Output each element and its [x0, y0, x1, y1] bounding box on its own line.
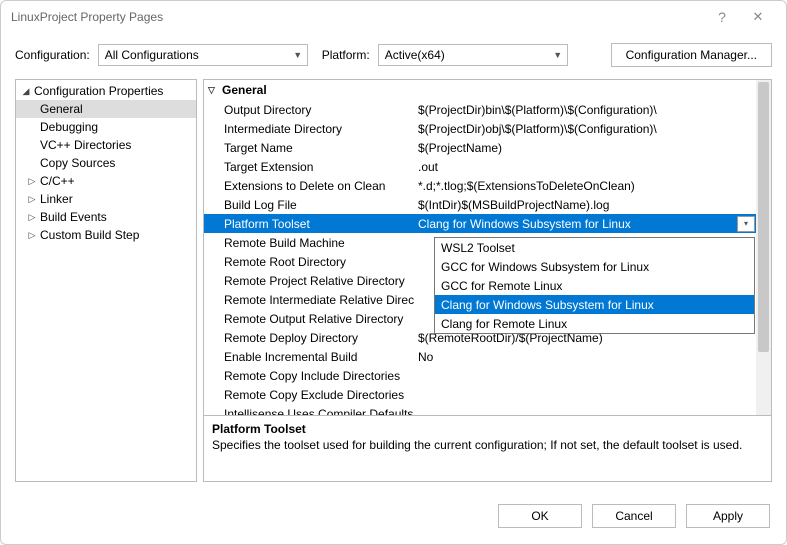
expander-collapse-icon[interactable]: ◢	[20, 86, 32, 97]
nav-tree[interactable]: ◢ Configuration Properties General Debugg…	[15, 79, 197, 482]
chevron-down-icon: ▼	[289, 50, 307, 60]
property-name: Remote Copy Exclude Directories	[204, 388, 414, 402]
property-row[interactable]: Target Extension.out	[204, 157, 756, 176]
titlebar: LinuxProject Property Pages ? ✕	[1, 1, 786, 33]
main: ◢ Configuration Properties General Debugg…	[1, 79, 786, 492]
property-value[interactable]: $(ProjectName)	[414, 141, 756, 155]
property-value[interactable]: $(ProjectDir)obj\$(Platform)\$(Configura…	[414, 122, 756, 136]
scrollbar[interactable]	[756, 80, 771, 415]
property-name: Remote Intermediate Relative Directory	[204, 293, 414, 307]
tree-item-label: C/C++	[38, 174, 75, 188]
platform-select[interactable]: Active(x64) ▼	[378, 44, 568, 66]
property-row[interactable]: Remote Copy Exclude Directories	[204, 385, 756, 404]
property-name: Remote Output Relative Directory	[204, 312, 414, 326]
tree-item[interactable]: ▷C/C++	[16, 172, 196, 190]
property-value[interactable]: $(ProjectDir)bin\$(Platform)\$(Configura…	[414, 103, 756, 117]
tree-item-label: Debugging	[38, 120, 98, 134]
expander-expand-icon[interactable]: ▷	[26, 194, 38, 205]
property-name: Remote Project Relative Directory	[204, 274, 414, 288]
property-row[interactable]: Build Log File$(IntDir)$(MSBuildProjectN…	[204, 195, 756, 214]
tree-item[interactable]: VC++ Directories	[16, 136, 196, 154]
tree-item[interactable]: ▷Linker	[16, 190, 196, 208]
property-name: Platform Toolset	[204, 217, 414, 231]
platform-toolset-dropdown[interactable]: WSL2 ToolsetGCC for Windows Subsystem fo…	[434, 237, 755, 334]
window-title: LinuxProject Property Pages	[11, 10, 704, 24]
property-row[interactable]: Extensions to Delete on Clean*.d;*.tlog;…	[204, 176, 756, 195]
expander-expand-icon[interactable]: ▷	[26, 176, 38, 187]
property-name: Remote Root Directory	[204, 255, 414, 269]
property-name: Extensions to Delete on Clean	[204, 179, 414, 193]
property-row[interactable]: Target Name$(ProjectName)	[204, 138, 756, 157]
property-row[interactable]: Intermediate Directory$(ProjectDir)obj\$…	[204, 119, 756, 138]
property-name: Intermediate Directory	[204, 122, 414, 136]
tree-item[interactable]: ▷Build Events	[16, 208, 196, 226]
scrollbar-thumb[interactable]	[758, 82, 769, 352]
property-name: Remote Copy Include Directories	[204, 369, 414, 383]
expander-expand-icon[interactable]: ▷	[26, 212, 38, 223]
configuration-label: Configuration:	[15, 48, 90, 62]
tree-item[interactable]: Copy Sources	[16, 154, 196, 172]
tree-item-label: Linker	[38, 192, 73, 206]
property-name: Remote Deploy Directory	[204, 331, 414, 345]
property-row[interactable]: Remote Copy Include Directories	[204, 366, 756, 385]
expander-expand-icon[interactable]: ▷	[26, 230, 38, 241]
help-icon[interactable]: ?	[704, 9, 740, 25]
property-name: Target Extension	[204, 160, 414, 174]
cancel-button[interactable]: Cancel	[592, 504, 676, 528]
property-name: Build Log File	[204, 198, 414, 212]
close-icon[interactable]: ✕	[740, 9, 776, 25]
property-name: Enable Incremental Build	[204, 350, 414, 364]
dropdown-option[interactable]: Clang for Windows Subsystem for Linux	[435, 295, 754, 314]
tree-item-label: Custom Build Step	[38, 228, 139, 242]
category-general[interactable]: ▽ General	[204, 80, 756, 100]
apply-button[interactable]: Apply	[686, 504, 770, 528]
tree-root[interactable]: ◢ Configuration Properties	[16, 82, 196, 100]
expander-collapse-icon[interactable]: ▽	[208, 85, 222, 96]
property-row[interactable]: Output Directory$(ProjectDir)bin\$(Platf…	[204, 100, 756, 119]
property-value[interactable]: Clang for Windows Subsystem for Linux	[414, 217, 737, 231]
property-name: Remote Build Machine	[204, 236, 414, 250]
property-row[interactable]: Platform ToolsetClang for Windows Subsys…	[204, 214, 756, 233]
dropdown-option[interactable]: WSL2 Toolset	[435, 238, 754, 257]
property-row[interactable]: Intellisense Uses Compiler Defaults	[204, 404, 756, 415]
dropdown-option[interactable]: GCC for Windows Subsystem for Linux	[435, 257, 754, 276]
tree-item[interactable]: General	[16, 100, 196, 118]
configuration-select[interactable]: All Configurations ▼	[98, 44, 308, 66]
property-value[interactable]: *.d;*.tlog;$(ExtensionsToDeleteOnClean)	[414, 179, 756, 193]
description-pane: Platform Toolset Specifies the toolset u…	[204, 415, 771, 481]
chevron-down-icon: ▼	[549, 50, 567, 60]
tree-item-label: Build Events	[38, 210, 107, 224]
dropdown-option[interactable]: Clang for Remote Linux	[435, 314, 754, 333]
tree-item-label: Copy Sources	[38, 156, 115, 170]
configuration-manager-button[interactable]: Configuration Manager...	[611, 43, 772, 67]
property-name: Target Name	[204, 141, 414, 155]
dropdown-option[interactable]: GCC for Remote Linux	[435, 276, 754, 295]
description-body: Specifies the toolset used for building …	[212, 438, 763, 452]
tree-item[interactable]: ▷Custom Build Step	[16, 226, 196, 244]
property-row[interactable]: Enable Incremental BuildNo	[204, 347, 756, 366]
property-value[interactable]: .out	[414, 160, 756, 174]
dialog-footer: OK Cancel Apply	[1, 492, 786, 544]
property-value[interactable]: No	[414, 350, 756, 364]
dropdown-arrow-icon[interactable]: ▾	[737, 216, 755, 232]
property-grid: ▽ General Output Directory$(ProjectDir)b…	[203, 79, 772, 482]
description-title: Platform Toolset	[212, 422, 763, 436]
tree-item-label: General	[38, 102, 83, 116]
tree-item-label: VC++ Directories	[38, 138, 131, 152]
property-name: Intellisense Uses Compiler Defaults	[204, 407, 414, 416]
ok-button[interactable]: OK	[498, 504, 582, 528]
tree-item[interactable]: Debugging	[16, 118, 196, 136]
property-name: Output Directory	[204, 103, 414, 117]
config-row: Configuration: All Configurations ▼ Plat…	[1, 33, 786, 79]
property-value[interactable]: $(IntDir)$(MSBuildProjectName).log	[414, 198, 756, 212]
platform-label: Platform:	[322, 48, 370, 62]
